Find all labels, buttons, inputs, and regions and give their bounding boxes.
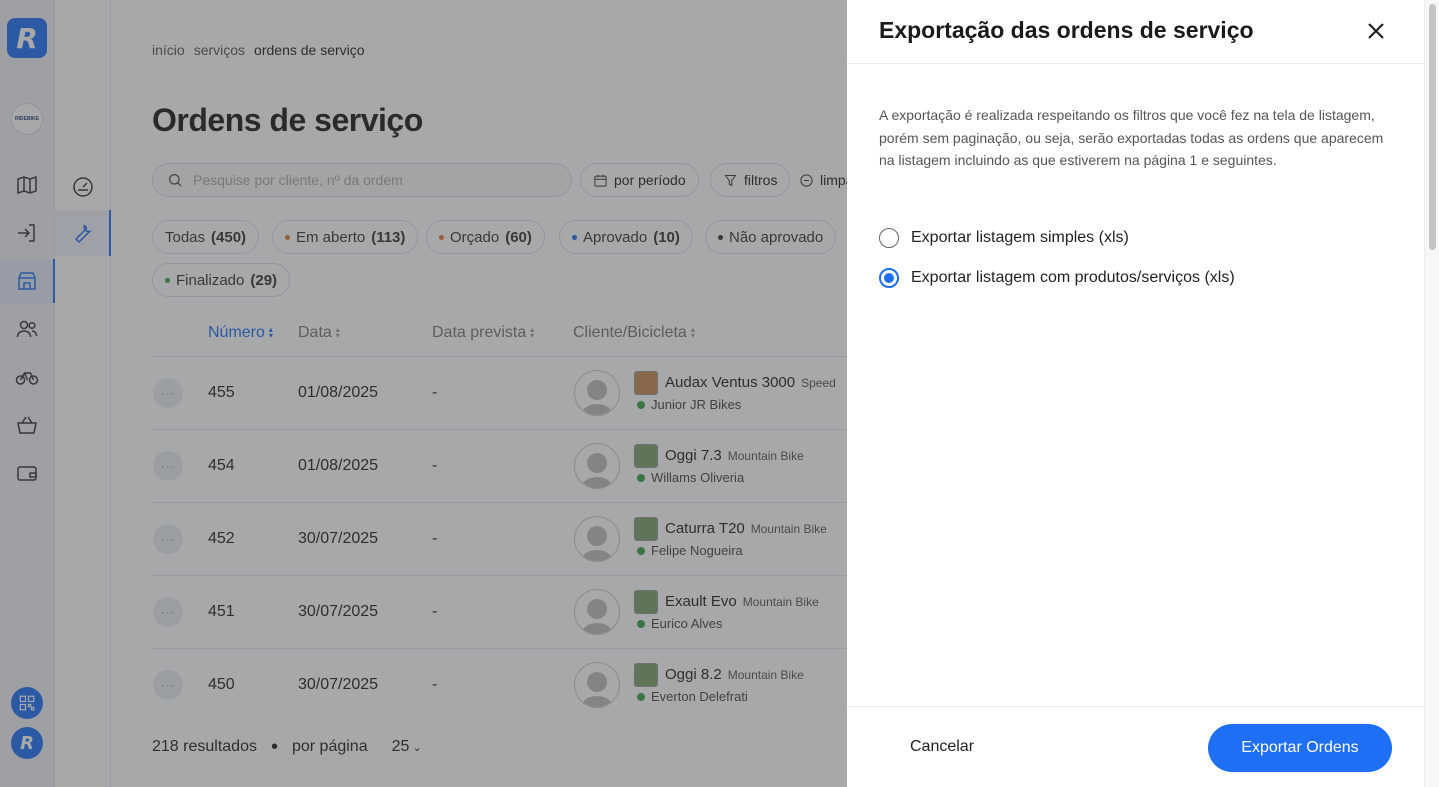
export-option-simple[interactable]: Exportar listagem simples (xls): [879, 228, 1129, 248]
export-orders-button[interactable]: Exportar Ordens: [1208, 724, 1392, 772]
radio-button-with-products[interactable]: [879, 268, 899, 288]
drawer-footer: Cancelar Exportar Ordens: [847, 706, 1424, 787]
drawer-scrollbar[interactable]: [1424, 0, 1439, 787]
drawer-title: Exportação das ordens de serviço: [879, 17, 1254, 43]
scrollbar-thumb[interactable]: [1429, 4, 1436, 250]
modal-backdrop[interactable]: [0, 0, 847, 787]
export-drawer: Exportação das ordens de serviço A expor…: [847, 0, 1439, 787]
close-button[interactable]: [1364, 19, 1388, 43]
drawer-header: Exportação das ordens de serviço: [847, 0, 1424, 64]
radio-button-simple[interactable]: [879, 228, 899, 248]
export-option-with-products[interactable]: Exportar listagem com produtos/serviços …: [879, 268, 1235, 288]
export-description: A exportação é realizada respeitando os …: [879, 107, 1384, 168]
cancel-button[interactable]: Cancelar: [910, 738, 974, 756]
close-icon: [1368, 23, 1384, 39]
